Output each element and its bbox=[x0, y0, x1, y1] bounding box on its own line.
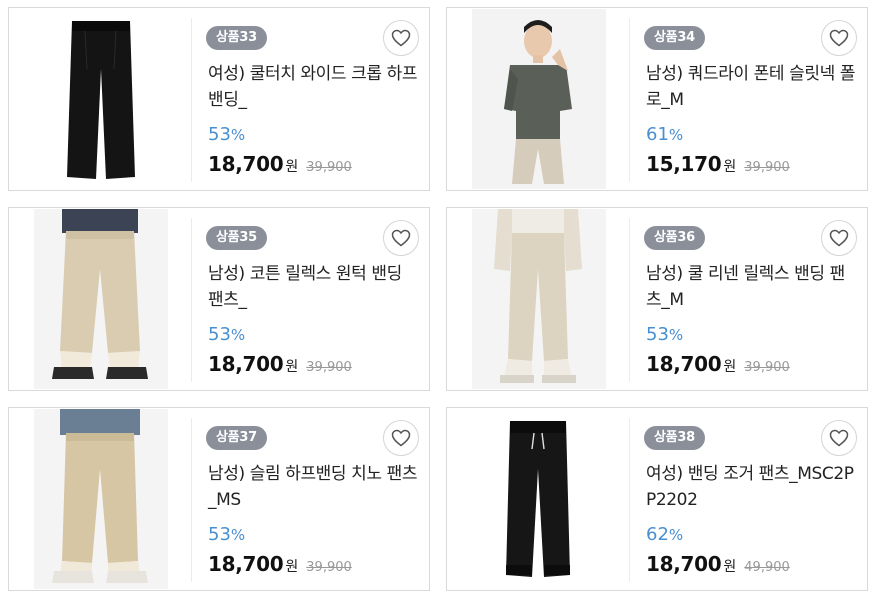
favorite-button[interactable] bbox=[383, 420, 419, 456]
card-divider bbox=[191, 18, 192, 182]
discount-value: 53 bbox=[208, 324, 231, 345]
heart-icon bbox=[391, 429, 411, 447]
product-image[interactable] bbox=[448, 9, 628, 189]
price-row: 18,700 원 39,900 bbox=[208, 551, 352, 581]
product-title[interactable]: 남성) 쿼드라이 폰테 슬릿넥 폴로_M bbox=[646, 61, 858, 113]
discount-rate: 61% bbox=[646, 124, 683, 146]
original-price: 39,900 bbox=[306, 360, 352, 375]
discount-rate: 53% bbox=[208, 524, 245, 546]
product-grid: 상품33 여성) 쿨터치 와이드 크롭 하프밴딩_ 53% 18,700 원 39,… bbox=[0, 0, 877, 603]
heart-icon bbox=[829, 429, 849, 447]
card-divider bbox=[191, 418, 192, 582]
sale-price: 18,700 bbox=[646, 352, 722, 376]
original-price: 49,900 bbox=[744, 560, 790, 575]
favorite-button[interactable] bbox=[383, 20, 419, 56]
discount-unit: % bbox=[230, 526, 246, 544]
currency-label: 원 bbox=[285, 159, 299, 175]
discount-value: 53 bbox=[208, 524, 231, 545]
price-row: 18,700 원 39,900 bbox=[646, 351, 790, 381]
discount-unit: % bbox=[668, 526, 684, 544]
heart-icon bbox=[391, 229, 411, 247]
discount-rate: 62% bbox=[646, 524, 683, 546]
discount-unit: % bbox=[668, 126, 684, 144]
product-card[interactable]: 상품35 남성) 코튼 릴렉스 원턱 밴딩 팬츠_ 53% 18,700 원 39,… bbox=[8, 207, 430, 391]
heart-icon bbox=[391, 29, 411, 47]
favorite-button[interactable] bbox=[821, 20, 857, 56]
favorite-button[interactable] bbox=[821, 420, 857, 456]
discount-unit: % bbox=[668, 326, 684, 344]
product-number-badge: 상품36 bbox=[644, 226, 705, 250]
heart-icon bbox=[829, 229, 849, 247]
product-image[interactable] bbox=[10, 9, 190, 189]
favorite-button[interactable] bbox=[821, 220, 857, 256]
price-row: 15,170 원 39,900 bbox=[646, 151, 790, 181]
sale-price: 18,700 bbox=[208, 352, 284, 376]
product-image[interactable] bbox=[10, 209, 190, 389]
discount-value: 53 bbox=[646, 324, 669, 345]
sale-price: 15,170 bbox=[646, 152, 722, 176]
product-image[interactable] bbox=[10, 409, 190, 589]
discount-unit: % bbox=[230, 326, 246, 344]
currency-label: 원 bbox=[723, 159, 737, 175]
price-row: 18,700 원 39,900 bbox=[208, 351, 352, 381]
product-card[interactable]: 상품33 여성) 쿨터치 와이드 크롭 하프밴딩_ 53% 18,700 원 39,… bbox=[8, 7, 430, 191]
product-card[interactable]: 상품38 여성) 밴딩 조거 팬츠_MSC2PP2202 62% 18,700 원… bbox=[446, 407, 868, 591]
product-title[interactable]: 여성) 쿨터치 와이드 크롭 하프밴딩_ bbox=[208, 61, 420, 113]
discount-rate: 53% bbox=[208, 324, 245, 346]
product-number-badge: 상품35 bbox=[206, 226, 267, 250]
sale-price: 18,700 bbox=[208, 152, 284, 176]
product-number-badge: 상품38 bbox=[644, 426, 705, 450]
card-divider bbox=[629, 418, 630, 582]
discount-value: 53 bbox=[208, 124, 231, 145]
product-title[interactable]: 남성) 쿨 리넨 릴렉스 밴딩 팬츠_M bbox=[646, 261, 858, 313]
product-number-badge: 상품34 bbox=[644, 26, 705, 50]
product-image[interactable] bbox=[448, 409, 628, 589]
card-divider bbox=[629, 18, 630, 182]
discount-rate: 53% bbox=[646, 324, 683, 346]
discount-rate: 53% bbox=[208, 124, 245, 146]
product-number-badge: 상품37 bbox=[206, 426, 267, 450]
product-card[interactable]: 상품37 남성) 슬림 하프밴딩 치노 팬츠_MS 53% 18,700 원 39,… bbox=[8, 407, 430, 591]
product-image[interactable] bbox=[448, 209, 628, 389]
product-card[interactable]: 상품34 남성) 쿼드라이 폰테 슬릿넥 폴로_M 61% 15,170 원 39,… bbox=[446, 7, 868, 191]
original-price: 39,900 bbox=[744, 160, 790, 175]
currency-label: 원 bbox=[723, 559, 737, 575]
product-title[interactable]: 여성) 밴딩 조거 팬츠_MSC2PP2202 bbox=[646, 461, 858, 513]
original-price: 39,900 bbox=[306, 560, 352, 575]
price-row: 18,700 원 49,900 bbox=[646, 551, 790, 581]
discount-value: 61 bbox=[646, 124, 669, 145]
currency-label: 원 bbox=[285, 359, 299, 375]
original-price: 39,900 bbox=[744, 360, 790, 375]
heart-icon bbox=[829, 29, 849, 47]
original-price: 39,900 bbox=[306, 160, 352, 175]
product-card[interactable]: 상품36 남성) 쿨 리넨 릴렉스 밴딩 팬츠_M 53% 18,700 원 39,… bbox=[446, 207, 868, 391]
price-row: 18,700 원 39,900 bbox=[208, 151, 352, 181]
sale-price: 18,700 bbox=[646, 552, 722, 576]
product-number-badge: 상품33 bbox=[206, 26, 267, 50]
currency-label: 원 bbox=[723, 359, 737, 375]
currency-label: 원 bbox=[285, 559, 299, 575]
product-title[interactable]: 남성) 슬림 하프밴딩 치노 팬츠_MS bbox=[208, 461, 420, 513]
discount-unit: % bbox=[230, 126, 246, 144]
product-title[interactable]: 남성) 코튼 릴렉스 원턱 밴딩 팬츠_ bbox=[208, 261, 420, 313]
favorite-button[interactable] bbox=[383, 220, 419, 256]
discount-value: 62 bbox=[646, 524, 669, 545]
card-divider bbox=[191, 218, 192, 382]
card-divider bbox=[629, 218, 630, 382]
sale-price: 18,700 bbox=[208, 552, 284, 576]
